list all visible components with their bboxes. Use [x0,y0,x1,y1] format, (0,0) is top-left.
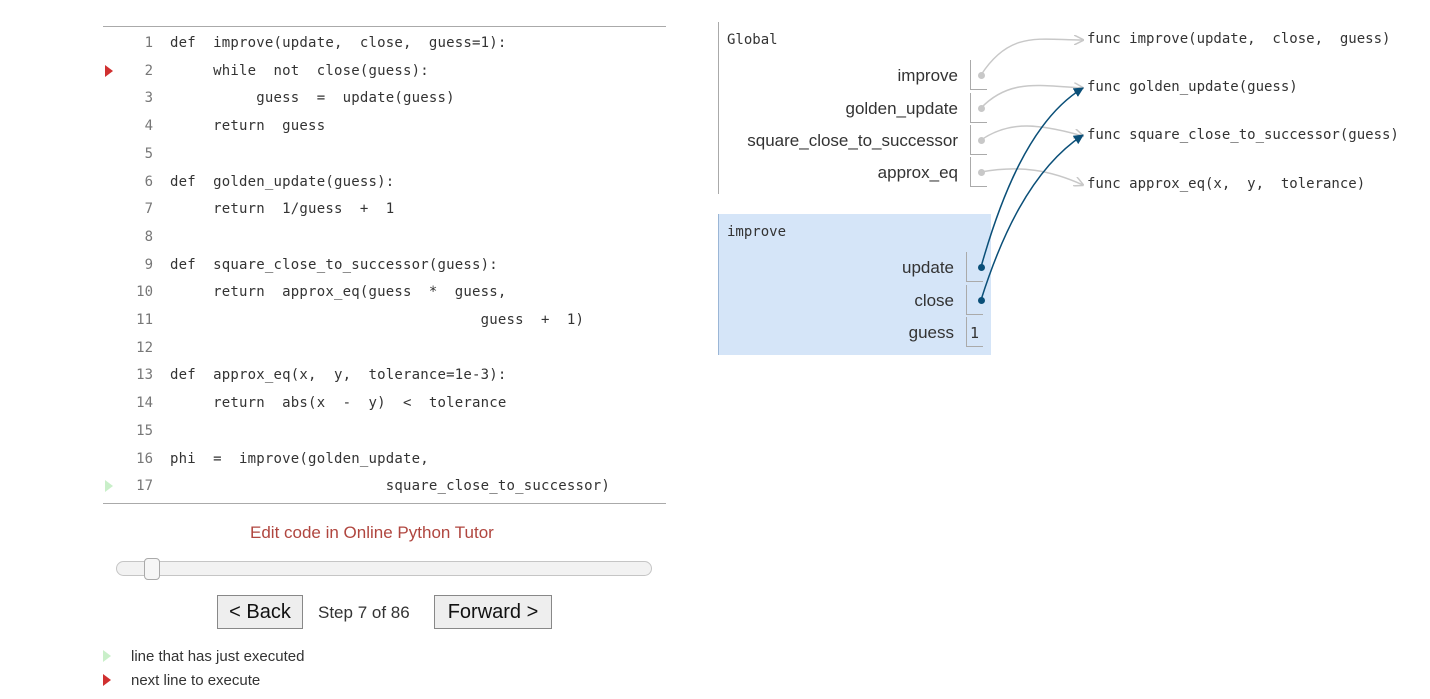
pointer-arrows [980,0,1430,301]
arrow-update-to-golden [980,87,1084,268]
arrow-improve [980,39,1083,76]
arrow-golden-update [980,86,1083,109]
arrow-square-close [980,125,1083,141]
arrow-approx-eq [980,168,1083,185]
